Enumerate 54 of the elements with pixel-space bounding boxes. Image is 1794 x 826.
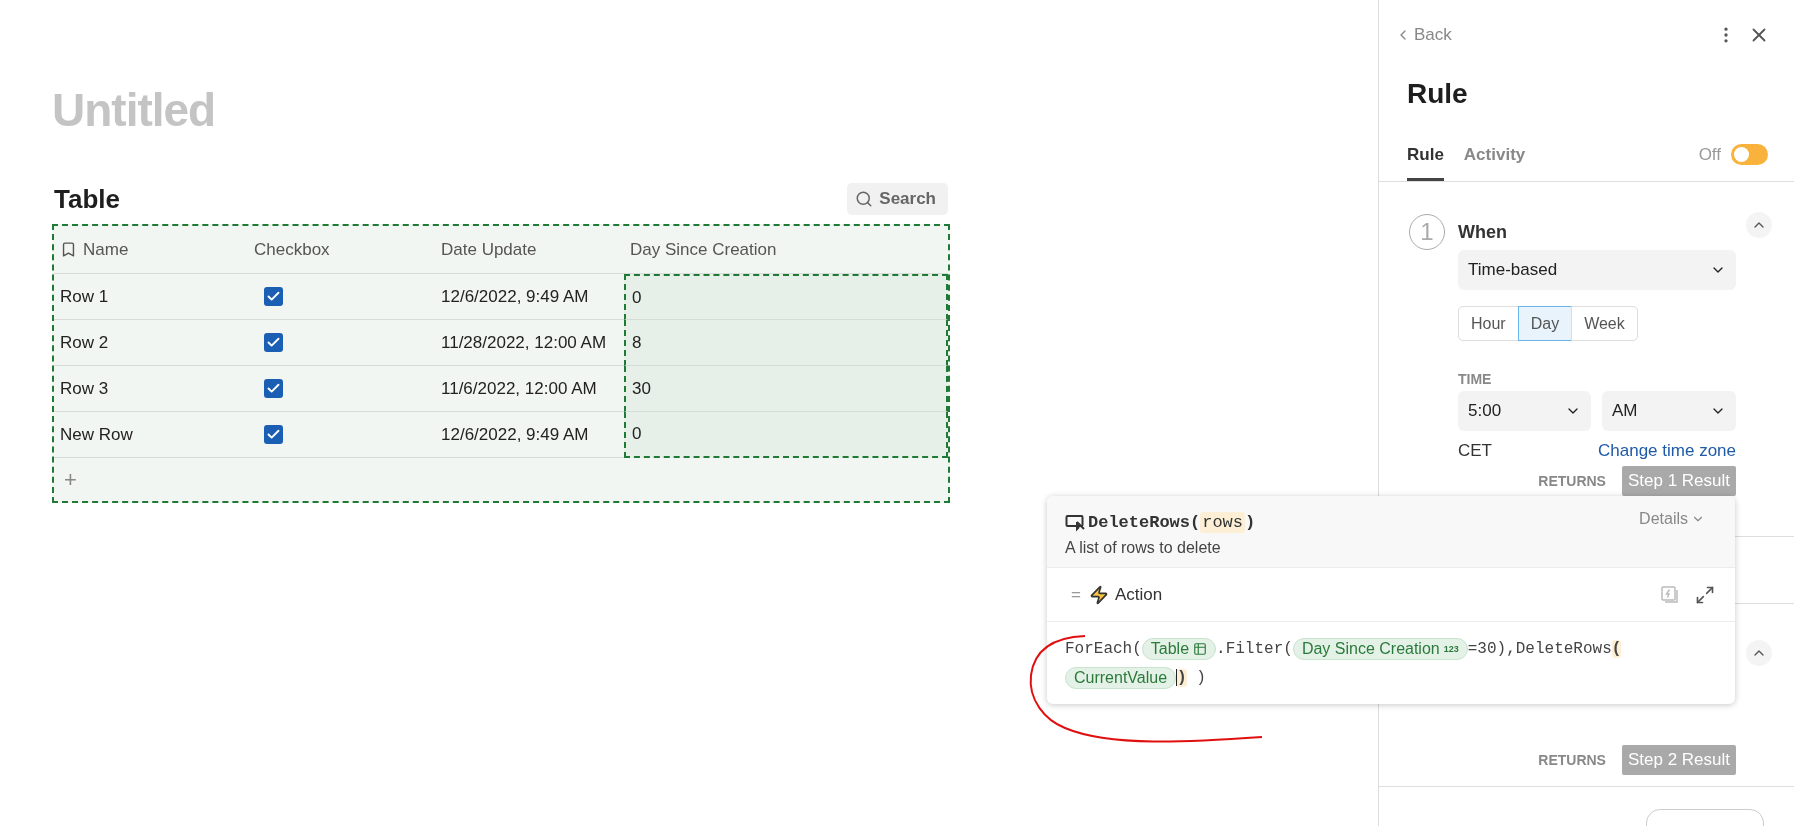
returns-label: RETURNS <box>1538 752 1606 768</box>
table-cell: Row 3 <box>54 366 248 412</box>
search-icon <box>855 190 874 208</box>
code-text: ) <box>1195 668 1206 687</box>
panel-title: Rule <box>1406 77 1469 110</box>
table-cell: 0 <box>624 412 948 458</box>
action-label: Action <box>1114 584 1163 605</box>
time-label: TIME <box>1458 371 1493 387</box>
formula-chip[interactable]: Day Since Creation 123 <box>1292 637 1468 660</box>
lightning-icon <box>1088 584 1109 605</box>
row-checkbox[interactable] <box>264 287 283 306</box>
timezone-text: CET <box>1458 441 1492 461</box>
code-text: ForEach( <box>1065 639 1142 658</box>
search-button[interactable]: Search <box>847 183 948 215</box>
change-timezone-link[interactable]: Change time zone <box>1598 441 1736 461</box>
formula-chip[interactable]: CurrentValue <box>1065 666 1177 689</box>
code-text: .Filter( <box>1216 639 1293 658</box>
time-select[interactable]: 5:00 <box>1458 391 1591 431</box>
matched-paren: ) <box>1176 668 1187 687</box>
trigger-select[interactable]: Time-based <box>1458 250 1736 290</box>
row-checkbox[interactable] <box>264 379 283 398</box>
step-title: When <box>1458 220 1508 244</box>
document-title: Untitled <box>52 83 217 137</box>
equals-sign: = <box>1071 584 1081 605</box>
panel-tab[interactable]: Rule <box>1407 144 1444 181</box>
expand-icon[interactable] <box>1695 584 1715 605</box>
column-header[interactable]: Date Update <box>435 226 624 274</box>
period-option[interactable]: Week <box>1571 306 1638 341</box>
period-option[interactable]: Day <box>1517 306 1573 341</box>
formula-chip[interactable]: Table <box>1141 637 1217 660</box>
rule-toggle[interactable] <box>1731 144 1768 165</box>
table-title: Table <box>54 184 120 215</box>
back-button[interactable]: Back <box>1395 25 1452 45</box>
panel-tab[interactable]: Activity <box>1463 144 1526 181</box>
column-header[interactable]: Checkbox <box>248 226 435 274</box>
table-cell: New Row <box>54 412 248 458</box>
formula-editor[interactable]: ForEach( Table .Filter( Day Since Creation 123 =30),DeleteRows( CurrentValue ) ) <box>1047 622 1735 704</box>
toggle-label: Off <box>1698 144 1721 165</box>
returns-label: RETURNS <box>1538 473 1606 489</box>
bookmark-icon <box>60 241 77 258</box>
table-icon <box>1193 641 1208 656</box>
column-header[interactable]: Name <box>54 226 248 274</box>
table-cell: 30 <box>624 366 948 412</box>
matched-paren: ( <box>1611 639 1622 658</box>
code-text: =30),DeleteRows <box>1467 639 1612 658</box>
table-cell: Row 2 <box>54 320 248 366</box>
table-cell: 8 <box>624 320 948 366</box>
row-checkbox[interactable] <box>264 333 283 352</box>
table-cell: Row 1 <box>54 274 248 320</box>
table-cell: 0 <box>624 274 948 320</box>
function-description: A list of rows to delete <box>1065 539 1222 557</box>
ampm-select[interactable]: AM <box>1602 391 1736 431</box>
row-checkbox[interactable] <box>264 425 283 444</box>
period-option[interactable]: Hour <box>1458 306 1519 341</box>
